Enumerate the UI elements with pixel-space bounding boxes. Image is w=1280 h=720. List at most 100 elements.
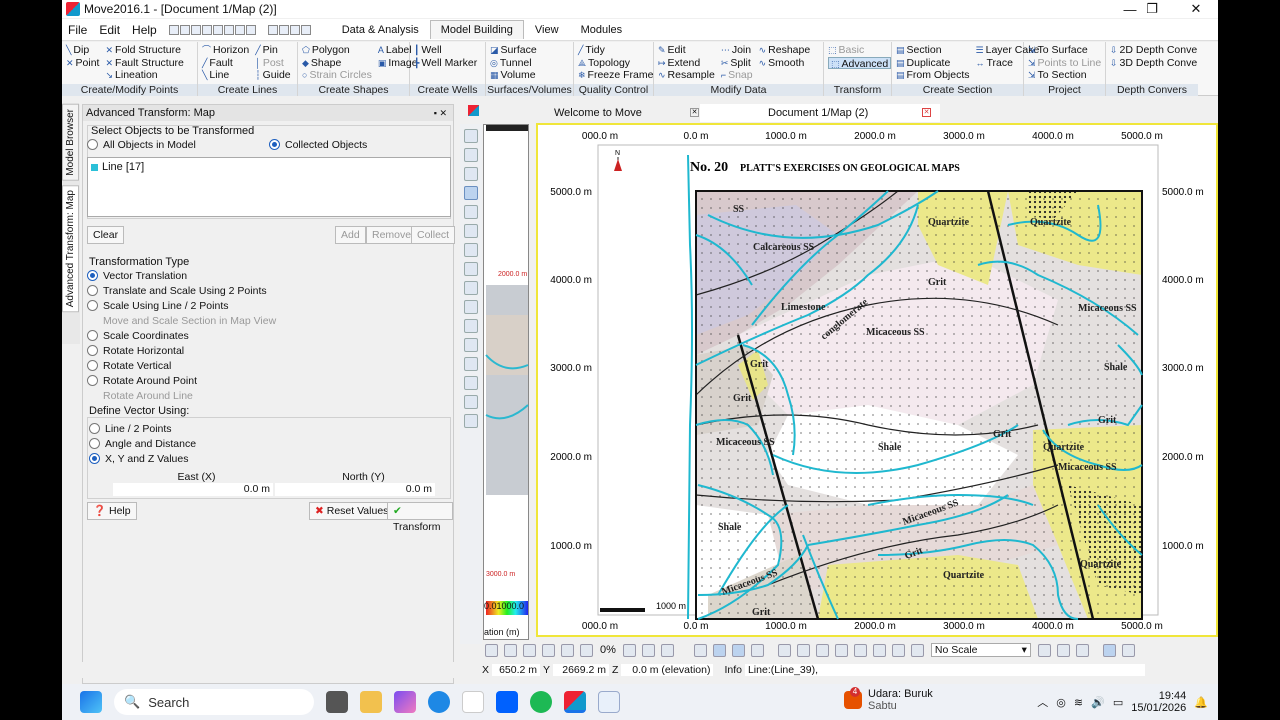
extend-button[interactable]: ↦ Extend	[658, 57, 715, 70]
grid-icon[interactable]	[712, 643, 726, 657]
wifi-icon[interactable]: ≋	[1074, 696, 1083, 709]
tab-model-building[interactable]: Model Building	[429, 20, 524, 39]
bucket-icon[interactable]	[464, 395, 478, 409]
windows-start-icon[interactable]	[80, 691, 102, 713]
move-icon[interactable]	[464, 205, 478, 219]
map-view[interactable]: SS Calcareous SS Limestone conglomerate …	[536, 123, 1218, 637]
menu-help[interactable]: Help	[126, 23, 163, 37]
well-button[interactable]: ┃ Well	[414, 44, 477, 57]
taskbar-search[interactable]: 🔍 Search	[114, 689, 314, 715]
north-icon[interactable]	[1037, 643, 1051, 657]
sun-icon[interactable]	[504, 643, 517, 657]
type-vector-translation[interactable]: Vector Translation	[87, 268, 276, 283]
type-rotate-around-point[interactable]: Rotate Around Point	[87, 373, 276, 388]
reset-values-button[interactable]: ✖ Reset Values	[309, 502, 395, 520]
tab-welcome[interactable]: Welcome to Move ✕	[540, 104, 700, 122]
dip-button[interactable]: ╲ Dip	[66, 44, 99, 57]
contrast-icon[interactable]	[580, 643, 593, 657]
redo-icon[interactable]	[245, 24, 256, 35]
add-button[interactable]: Add	[335, 226, 366, 244]
type-scale-line-2-points[interactable]: Scale Using Line / 2 Points	[87, 298, 276, 313]
scale-icon[interactable]	[464, 224, 478, 238]
volume-icon[interactable]: 🔊	[1091, 696, 1105, 709]
table-icon[interactable]	[731, 643, 745, 657]
freeze-frame-button[interactable]: ❄ Freeze Frame	[578, 69, 653, 82]
battery-icon[interactable]: ▭	[1113, 696, 1123, 709]
menu-file[interactable]: File	[62, 23, 93, 37]
edge-icon[interactable]	[428, 691, 450, 713]
settings-icon[interactable]	[300, 24, 311, 35]
undo-icon[interactable]	[234, 24, 245, 35]
visibility-icon[interactable]	[464, 338, 478, 352]
delete-icon[interactable]	[223, 24, 234, 35]
fold-structure-button[interactable]: ✕ Fold Structure	[105, 44, 183, 57]
surface-button[interactable]: ◪ Surface	[490, 44, 537, 57]
smooth-button[interactable]: ∿ Smooth	[759, 57, 811, 70]
zoom-in-icon[interactable]	[815, 643, 829, 657]
pan-icon[interactable]	[464, 148, 478, 162]
view-up-icon[interactable]	[891, 643, 905, 657]
shape-button[interactable]: ◆ Shape	[302, 57, 372, 70]
ruler-icon[interactable]	[1056, 643, 1070, 657]
option-collected-objects[interactable]: Collected Objects	[269, 137, 367, 152]
east-input[interactable]: 0.0 m	[113, 483, 273, 496]
circle-icon[interactable]	[561, 643, 574, 657]
snap-icon[interactable]	[464, 243, 478, 257]
points-to-line-button[interactable]: ⇲ Points to Line	[1028, 57, 1101, 70]
redo-view-icon[interactable]	[660, 643, 674, 657]
maximize-button[interactable]: ❐	[1130, 0, 1174, 18]
center-icon[interactable]	[853, 643, 867, 657]
chevron-up-icon[interactable]: ︿	[1037, 694, 1048, 710]
layout-1-icon[interactable]	[267, 24, 278, 35]
advanced-transform-button[interactable]: ⬚ Advanced	[828, 56, 892, 70]
duplicate-button[interactable]: ▤ Duplicate	[896, 57, 970, 70]
zoom-window-icon[interactable]	[834, 643, 848, 657]
close-button[interactable]: ✕	[1174, 0, 1218, 18]
volume-button[interactable]: ▦ Volume	[490, 69, 537, 82]
post-button[interactable]: │ Post	[255, 57, 290, 70]
type-rotate-vertical[interactable]: Rotate Vertical	[87, 358, 276, 373]
point-button[interactable]: ✕ Point	[66, 57, 99, 70]
reshape-button[interactable]: ∿ Reshape	[759, 44, 811, 57]
tab-advanced-transform[interactable]: Advanced Transform: Map	[62, 184, 79, 312]
collected-objects-list[interactable]: Line [17]	[87, 157, 451, 217]
join-button[interactable]: ⋯ Join	[721, 44, 753, 57]
paste-icon[interactable]	[212, 24, 223, 35]
layout-icon[interactable]	[1102, 643, 1116, 657]
move-taskbar-icon[interactable]	[564, 691, 586, 713]
file-explorer-icon[interactable]	[360, 691, 382, 713]
refresh-icon[interactable]	[485, 643, 498, 657]
polygon-button[interactable]: ⬠ Polygon	[302, 44, 372, 57]
camera-icon[interactable]	[910, 643, 924, 657]
menu-edit[interactable]: Edit	[93, 23, 126, 37]
task-view-icon[interactable]	[326, 691, 348, 713]
tunnel-button[interactable]: ◎ Tunnel	[490, 57, 537, 70]
section-button[interactable]: ▤ Section	[896, 44, 970, 57]
topology-button[interactable]: ⟁ Topology	[578, 57, 653, 70]
zoom-fit-icon[interactable]	[777, 643, 791, 657]
transform-icon[interactable]	[464, 300, 478, 314]
sphere-icon[interactable]	[542, 643, 555, 657]
tab-document-map[interactable]: Document 1/Map (2) ✕	[700, 104, 940, 122]
spotify-icon[interactable]	[530, 691, 552, 713]
vector-angle-distance[interactable]: Angle and Distance	[89, 436, 196, 451]
remove-button[interactable]: Remove	[366, 226, 418, 244]
panel-icon[interactable]	[1121, 643, 1135, 657]
pointer-icon[interactable]	[464, 186, 478, 200]
eye-icon[interactable]	[464, 319, 478, 333]
dropbox-icon[interactable]	[496, 691, 518, 713]
pin-button[interactable]: ╱ Pin	[255, 44, 290, 57]
lasso-icon[interactable]	[464, 262, 478, 276]
hide-icon[interactable]	[464, 357, 478, 371]
clock[interactable]: 19:44 15/01/2026	[1131, 690, 1186, 714]
well-marker-button[interactable]: ┣ Well Marker	[414, 57, 477, 70]
fault-button[interactable]: ╱ Fault	[202, 57, 249, 70]
list-item[interactable]: Line [17]	[91, 161, 447, 173]
2d-depth-conversion-button[interactable]: ⇩ 2D Depth Conve	[1110, 44, 1197, 57]
collect-button[interactable]: Collect	[411, 226, 456, 244]
crop-icon[interactable]	[464, 281, 478, 295]
basic-transform-button[interactable]: ⬚ Basic	[828, 44, 891, 57]
notification-bell-icon[interactable]: 🔔	[1194, 696, 1208, 709]
zoom-out-icon[interactable]	[796, 643, 810, 657]
vector-line-2-points[interactable]: Line / 2 Points	[89, 421, 196, 436]
